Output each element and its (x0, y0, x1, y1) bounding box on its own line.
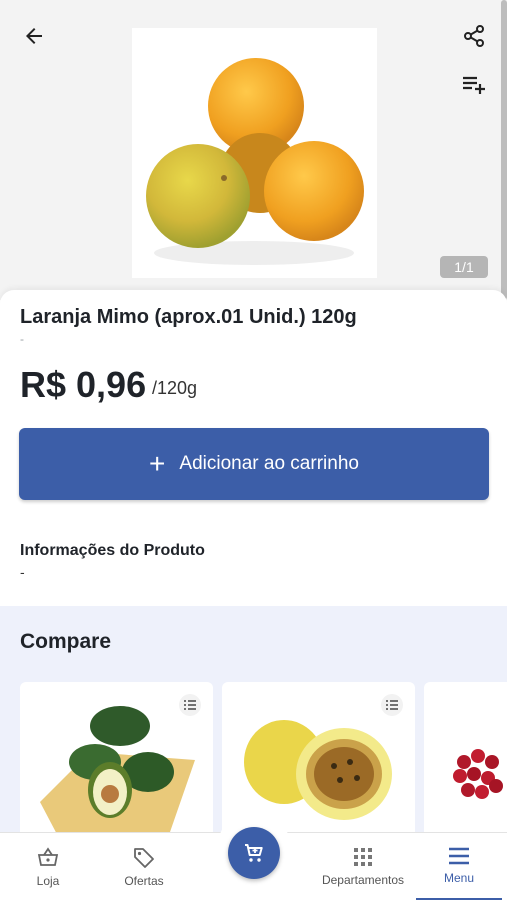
menu-icon (449, 847, 469, 864)
nav-label: Ofertas (124, 874, 164, 888)
back-button[interactable] (14, 16, 54, 56)
product-brand: - (20, 332, 24, 346)
share-icon (464, 25, 484, 47)
basket-icon (37, 847, 59, 866)
arrow-left-icon (26, 28, 42, 44)
product-image[interactable] (132, 28, 377, 278)
list-icon (386, 700, 398, 710)
grid-icon (354, 848, 372, 866)
card-list-button[interactable] (381, 694, 403, 716)
nav-label: Menu (443, 870, 475, 885)
product-price: R$ 0,96 (20, 364, 147, 405)
playlist-add-icon (463, 76, 485, 94)
nav-label: Loja (36, 874, 60, 888)
product-info-title: Informações do Produto (20, 542, 205, 559)
nav-item-loja[interactable]: Loja (12, 833, 84, 900)
add-to-list-button[interactable] (454, 64, 494, 104)
nav-item-menu[interactable]: Menu (416, 833, 502, 900)
compare-title: Compare (20, 630, 112, 653)
scrollbar[interactable] (501, 0, 507, 300)
nav-item-departamentos[interactable]: Departamentos (312, 833, 414, 900)
cart-button[interactable] (228, 827, 280, 879)
nav-item-ofertas[interactable]: Ofertas (108, 833, 180, 900)
tag-icon (134, 848, 154, 868)
product-details: Laranja Mimo (aprox.01 Unid.) 120g - R$ … (0, 290, 507, 608)
cart-icon (245, 844, 263, 862)
product-image-area: 1/1 (0, 0, 507, 300)
image-counter: 1/1 (440, 256, 488, 278)
nav-label: Departamentos (321, 873, 405, 887)
card-list-button[interactable] (179, 694, 201, 716)
product-unit: /120g (152, 378, 198, 398)
product-info-text: - (20, 564, 25, 580)
share-button[interactable] (454, 16, 494, 56)
add-to-cart-label: Adicionar ao carrinho (179, 453, 359, 474)
list-icon (184, 700, 196, 710)
add-to-cart-button[interactable]: + Adicionar ao carrinho (19, 428, 489, 500)
product-title: Laranja Mimo (aprox.01 Unid.) 120g (20, 306, 357, 328)
plus-icon: + (149, 448, 166, 479)
